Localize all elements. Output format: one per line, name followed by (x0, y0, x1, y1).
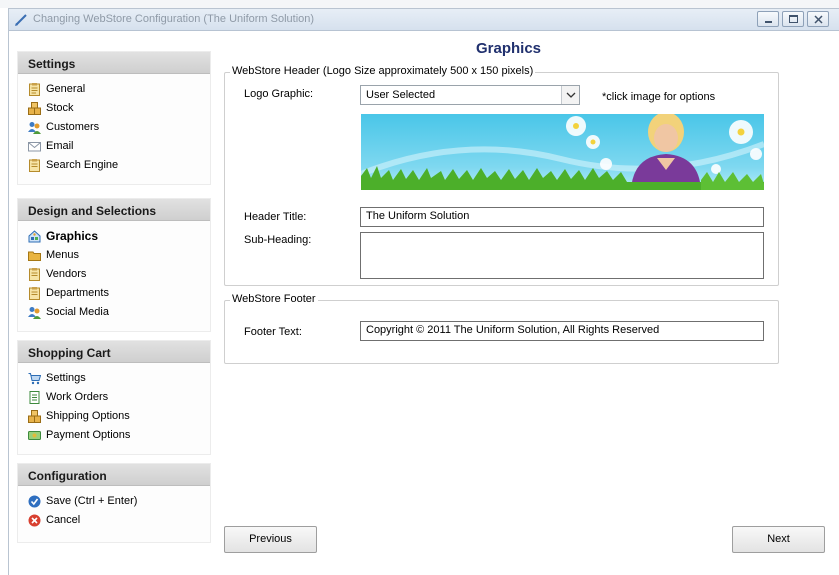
footer-text-value: Copyright © 2011 The Uniform Solution, A… (366, 324, 660, 336)
logo-image[interactable] (361, 114, 764, 190)
clipboard-icon (29, 268, 40, 281)
sidebar-item-label: Vendors (46, 268, 87, 280)
graphics-icon (28, 230, 41, 243)
sidebar-item-shipping-options[interactable]: Shipping Options (18, 407, 210, 426)
minimize-icon (765, 21, 772, 23)
sidebar-item-label: Email (46, 140, 74, 152)
sidebar-item-vendors[interactable]: Vendors (18, 265, 210, 284)
sidebar-item-cart-settings[interactable]: Settings (18, 369, 210, 388)
header-group-legend: WebStore Header (Logo Size approximately… (230, 65, 536, 77)
logo-graphic-label: Logo Graphic: (244, 88, 314, 100)
header-title-input[interactable]: The Uniform Solution (360, 207, 764, 227)
cancel-circle-icon (28, 514, 41, 527)
footer-text-input[interactable]: Copyright © 2011 The Uniform Solution, A… (360, 321, 764, 341)
next-button[interactable]: Next (732, 526, 825, 553)
sidebar-item-payment-options[interactable]: Payment Options (18, 426, 210, 445)
close-button[interactable] (807, 11, 829, 27)
shopping-cart-section: Shopping Cart Settings Work Orders Shipp… (17, 340, 211, 455)
sidebar-item-search-engine[interactable]: Search Engine (18, 156, 210, 175)
cancel-label: Cancel (46, 514, 81, 526)
save-label: Save (Ctrl + Enter) (46, 495, 138, 507)
sub-heading-label: Sub-Heading: (244, 234, 312, 246)
sidebar-item-general[interactable]: General (18, 80, 210, 99)
header-title-label: Header Title: (244, 211, 306, 223)
sidebar-item-email[interactable]: Email (18, 137, 210, 156)
sidebar-item-label: Graphics (46, 229, 99, 243)
logo-hint: *click image for options (602, 91, 716, 103)
sidebar-item-stock[interactable]: Stock (18, 99, 210, 118)
banner-illustration (361, 114, 764, 190)
sidebar-item-label: Search Engine (46, 159, 119, 171)
sidebar-item-label: Departments (46, 287, 109, 299)
sidebar: Settings General Stock Customers Email S… (17, 39, 211, 574)
folder-icon (28, 251, 41, 261)
header-title-label-text: Header Title: (244, 211, 307, 223)
sidebar-item-label: Social Media (46, 306, 109, 318)
boxes-icon (28, 102, 41, 115)
sidebar-item-label: General (46, 83, 86, 95)
page-title: Graphics (476, 40, 542, 57)
document-icon (29, 391, 40, 404)
clipboard-icon (29, 159, 40, 172)
desktop-background (0, 0, 839, 8)
sidebar-item-departments[interactable]: Departments (18, 284, 210, 303)
sidebar-item-label: Customers (46, 121, 100, 133)
chevron-down-icon (566, 92, 576, 98)
sidebar-item-label: Settings (46, 372, 86, 384)
section-header-design: Design and Selections (18, 199, 210, 221)
clipboard-icon (29, 287, 40, 300)
logo-graphic-select[interactable]: User Selected (360, 85, 580, 105)
sidebar-item-customers[interactable]: Customers (18, 118, 210, 137)
pencil-icon (15, 14, 27, 26)
section-header-shopping-cart: Shopping Cart (18, 341, 210, 363)
users-icon (28, 307, 41, 319)
configuration-section: Configuration Save (Ctrl + Enter) Cancel (17, 463, 211, 543)
cancel-button[interactable]: Cancel (18, 511, 210, 530)
close-icon (814, 15, 823, 24)
header-title-value: The Uniform Solution (366, 210, 470, 222)
cart-icon (28, 373, 41, 385)
envelope-icon (28, 142, 41, 152)
dropdown-arrow[interactable] (561, 86, 579, 104)
sub-heading-input[interactable] (360, 232, 764, 279)
section-header-configuration: Configuration (18, 464, 210, 486)
footer-group-legend: WebStore Footer (230, 293, 318, 305)
clipboard-icon (29, 83, 40, 96)
maximize-button[interactable] (782, 11, 804, 27)
design-section: Design and Selections Graphics Menus Ven… (17, 198, 211, 332)
maximize-icon (789, 15, 798, 23)
sidebar-item-menus[interactable]: Menus (18, 246, 210, 265)
sidebar-item-graphics[interactable]: Graphics (18, 227, 210, 246)
sidebar-item-label: Stock (46, 102, 74, 114)
sidebar-item-label: Menus (46, 249, 80, 261)
section-header-settings: Settings (18, 52, 210, 74)
save-button[interactable]: Save (Ctrl + Enter) (18, 492, 210, 511)
window-title: Changing WebStore Configuration (The Uni… (33, 13, 315, 25)
title-bar[interactable]: Changing WebStore Configuration (The Uni… (9, 9, 839, 31)
boxes-icon (28, 410, 41, 423)
check-circle-icon (28, 495, 41, 508)
sidebar-item-label: Work Orders (46, 391, 109, 403)
logo-graphic-value: User Selected (366, 89, 436, 101)
sidebar-item-social-media[interactable]: Social Media (18, 303, 210, 322)
users-icon (28, 122, 41, 134)
sidebar-item-work-orders[interactable]: Work Orders (18, 388, 210, 407)
minimize-button[interactable] (757, 11, 779, 27)
previous-button[interactable]: Previous (224, 526, 317, 553)
sidebar-item-label: Shipping Options (46, 410, 130, 422)
payment-icon (28, 431, 41, 440)
footer-text-label: Footer Text: (244, 326, 302, 338)
settings-section: Settings General Stock Customers Email S… (17, 51, 211, 185)
sidebar-item-label: Payment Options (46, 429, 131, 441)
